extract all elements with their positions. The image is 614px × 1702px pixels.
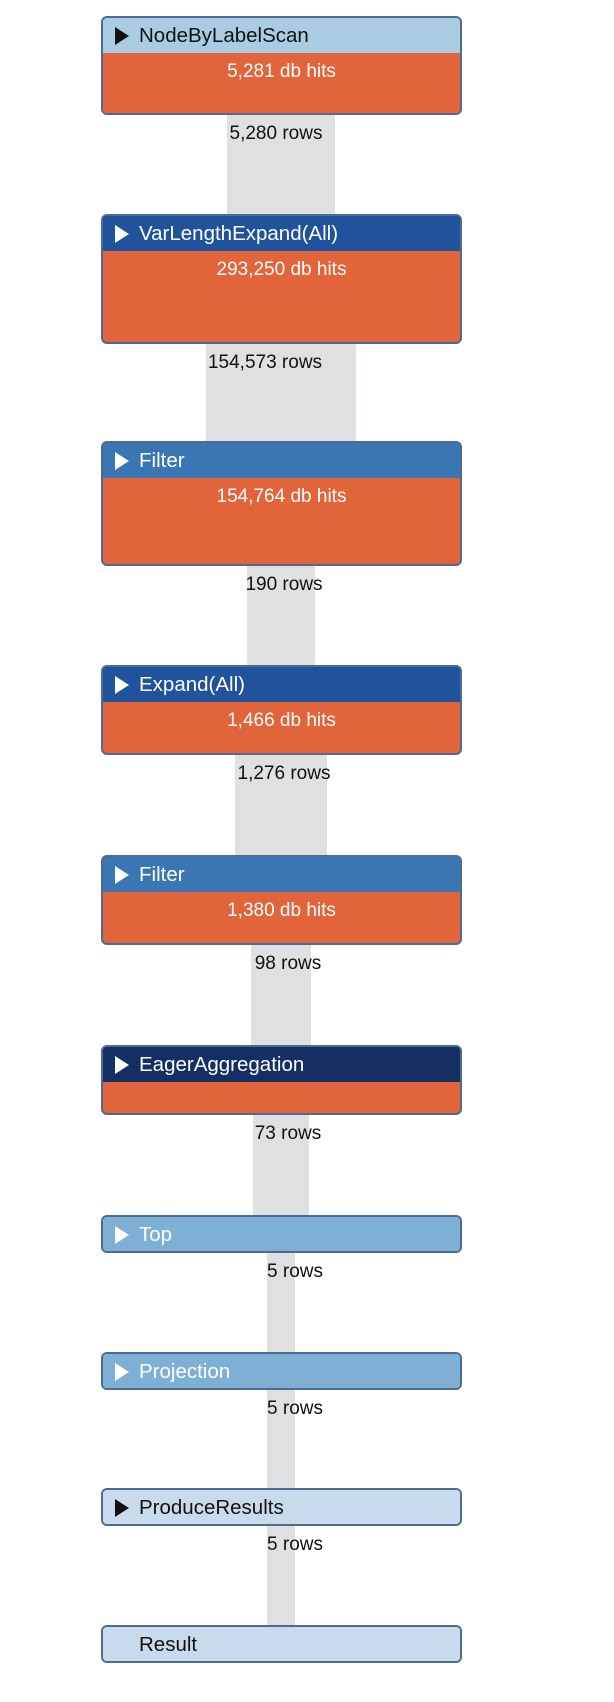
expand-triangle-icon[interactable] (115, 1362, 129, 1381)
operator-name: VarLengthExpand(All) (139, 221, 339, 245)
operator-name: EagerAggregation (139, 1052, 305, 1076)
operator-name: Filter (139, 448, 185, 472)
db-hits-label: 154,764 db hits (103, 478, 460, 564)
operator-name: Top (139, 1222, 173, 1246)
rows-count-label: 98 rows (254, 953, 322, 974)
operator-header[interactable]: NodeByLabelScan (103, 18, 460, 53)
db-hits-label: 1,380 db hits (103, 892, 460, 943)
operator-header[interactable]: Projection (103, 1354, 460, 1388)
operator-box[interactable]: Expand(All) 1,466 db hits (101, 665, 462, 755)
spacer-icon (115, 1636, 129, 1654)
operator-box[interactable]: VarLengthExpand(All) 293,250 db hits (101, 214, 462, 344)
db-hits-label: 293,250 db hits (103, 251, 460, 342)
expand-triangle-icon[interactable] (115, 1225, 129, 1244)
operator-box[interactable]: EagerAggregation (101, 1045, 462, 1115)
operator-box[interactable]: Result (101, 1625, 462, 1663)
rows-count-label: 154,573 rows (207, 352, 323, 373)
query-plan-diagram: NodeByLabelScan 5,281 db hits VarLengthExp… (0, 0, 614, 1702)
operator-header[interactable]: EagerAggregation (103, 1047, 460, 1082)
operator-box[interactable]: Filter 1,380 db hits (101, 855, 462, 945)
operator-name: Projection (139, 1359, 231, 1383)
rows-count-label: 73 rows (254, 1123, 322, 1144)
operator-name: ProduceResults (139, 1495, 284, 1519)
operator-box[interactable]: ProduceResults (101, 1488, 462, 1526)
operator-header[interactable]: Expand(All) (103, 667, 460, 702)
operator-box[interactable]: Top (101, 1215, 462, 1253)
expand-triangle-icon[interactable] (115, 675, 129, 694)
rows-count-label: 5 rows (267, 1534, 323, 1555)
expand-triangle-icon[interactable] (115, 26, 129, 45)
expand-triangle-icon[interactable] (115, 451, 129, 470)
operator-header[interactable]: Top (103, 1217, 460, 1251)
db-hits-label: 1,466 db hits (103, 702, 460, 753)
db-hits-label (103, 1082, 460, 1113)
operator-box[interactable]: Projection (101, 1352, 462, 1390)
operator-header[interactable]: ProduceResults (103, 1490, 460, 1524)
operator-box[interactable]: Filter 154,764 db hits (101, 441, 462, 566)
operator-name: NodeByLabelScan (139, 23, 309, 47)
rows-count-label: 190 rows (245, 574, 323, 595)
rows-count-label: 5 rows (267, 1261, 323, 1282)
operator-name: Result (139, 1632, 198, 1656)
rows-count-label: 5,280 rows (229, 123, 323, 144)
rows-count-label: 1,276 rows (237, 763, 331, 784)
operator-header[interactable]: VarLengthExpand(All) (103, 216, 460, 251)
db-hits-label: 5,281 db hits (103, 53, 460, 113)
expand-triangle-icon[interactable] (115, 865, 129, 884)
operator-header[interactable]: Filter (103, 443, 460, 478)
expand-triangle-icon[interactable] (115, 224, 129, 243)
operator-header[interactable]: Result (103, 1627, 460, 1661)
operator-box[interactable]: NodeByLabelScan 5,281 db hits (101, 16, 462, 115)
expand-triangle-icon[interactable] (115, 1498, 129, 1517)
rows-count-label: 5 rows (267, 1398, 323, 1419)
operator-name: Expand(All) (139, 672, 245, 696)
operator-header[interactable]: Filter (103, 857, 460, 892)
expand-triangle-icon[interactable] (115, 1055, 129, 1074)
operator-name: Filter (139, 862, 185, 886)
